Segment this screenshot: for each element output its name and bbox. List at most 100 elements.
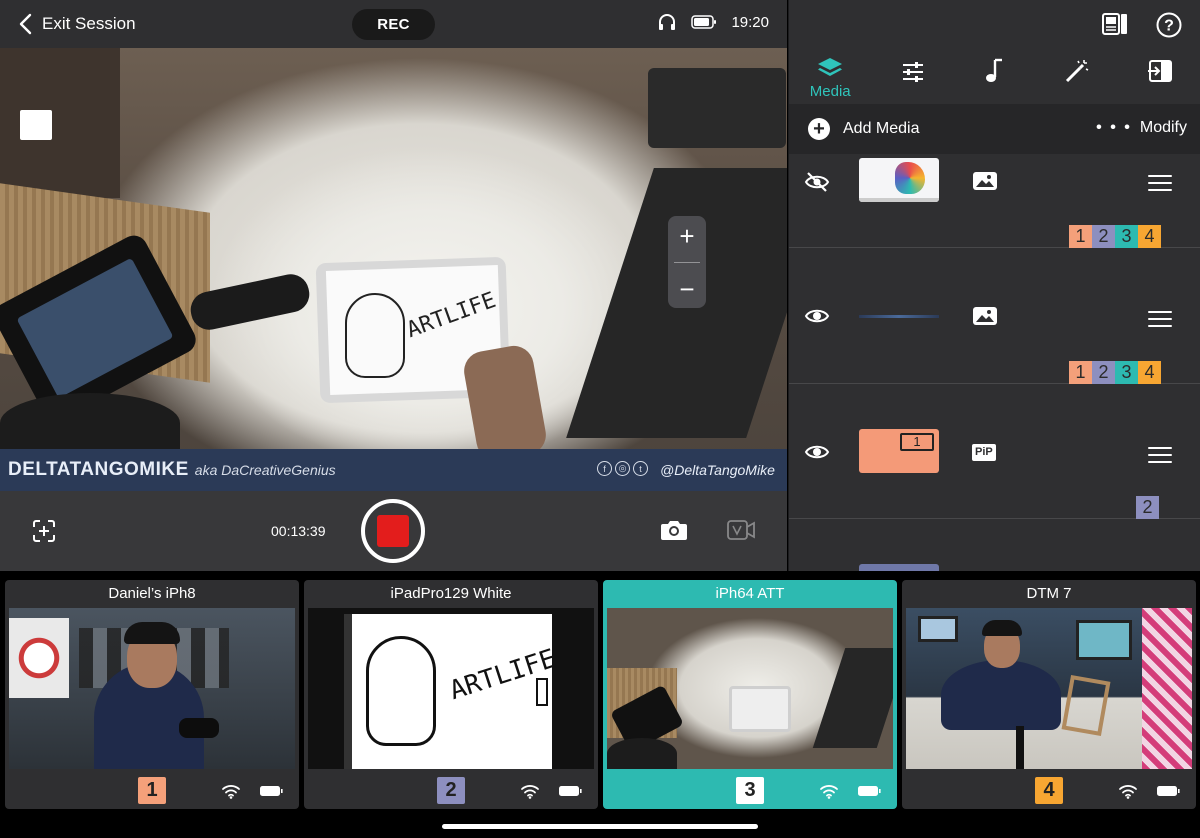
camera-source-1[interactable]: Daniel’s iPh8 1 (5, 580, 299, 809)
scene-tablet (729, 686, 791, 732)
tab-adjustments[interactable] (871, 52, 953, 102)
wifi-icon (1119, 785, 1137, 799)
scene-bottom-shadow (0, 393, 180, 453)
pip-inset: 1 (900, 433, 934, 451)
thumbnail-bar (859, 198, 939, 202)
battery-icon (1157, 786, 1180, 796)
scene-map-poster (9, 618, 69, 698)
headphones-icon (659, 14, 676, 30)
wifi-icon (521, 785, 539, 799)
more-dots-icon: • • • (1096, 119, 1132, 136)
exit-session-icon (1147, 60, 1172, 82)
badge-1: 1 (1069, 361, 1092, 384)
scene-person (941, 660, 1061, 730)
tab-effects[interactable] (1036, 52, 1118, 102)
music-note-icon (985, 58, 1002, 82)
lower-third-aka: aka DaCreativeGenius (194, 462, 336, 478)
status-area: 19:20 (657, 12, 769, 32)
tab-media[interactable]: Media (789, 52, 871, 102)
source-number-badge: 2 (437, 777, 465, 804)
lower-third-name: DELTATANGOMIKE (8, 459, 189, 480)
drag-handle-icon[interactable] (1148, 447, 1172, 468)
source-preview (9, 608, 295, 769)
snapshot-camera-icon[interactable] (660, 518, 688, 542)
tab-media-label: Media (809, 83, 851, 100)
eye-hidden-icon[interactable] (804, 171, 830, 193)
home-indicator[interactable] (442, 824, 758, 829)
drag-handle-icon[interactable] (1148, 311, 1172, 332)
battery-icon (858, 786, 881, 796)
source-name: iPadPro129 White (390, 585, 512, 602)
scene-monitor-left (918, 616, 958, 642)
zoom-out-button[interactable]: − (679, 276, 694, 302)
exit-session-button[interactable]: Exit Session (18, 10, 136, 38)
zoom-control: + − (668, 216, 706, 308)
instagram-icon: ◎ (615, 461, 630, 476)
rec-label: REC (377, 16, 410, 33)
zoom-in-button[interactable]: + (679, 223, 694, 249)
source-number-badge: 4 (1035, 777, 1063, 804)
exit-session-label: Exit Session (42, 14, 136, 33)
badge-4: 4 (1138, 361, 1161, 384)
source-number-badge: 3 (736, 777, 764, 804)
zoom-divider (674, 261, 700, 263)
rec-status-pill[interactable]: REC (352, 9, 435, 40)
layout-icon[interactable] (1102, 12, 1128, 36)
scene-bottom-shadow (607, 738, 677, 769)
camera-source-3[interactable]: iPh64 ATT 3 (603, 580, 897, 809)
scene-cap (982, 620, 1022, 636)
panel-tabs: Media (789, 52, 1200, 102)
source-name: DTM 7 (1026, 585, 1072, 602)
help-icon[interactable]: ? (1156, 12, 1182, 38)
program-preview[interactable]: ARTLIFE + − DELTATANGOMIKE aka DaCreativ… (0, 48, 787, 491)
badge-2: 2 (1136, 496, 1159, 519)
scene-easel (1061, 674, 1111, 737)
eye-icon[interactable] (804, 442, 830, 462)
drag-handle-icon[interactable] (1148, 175, 1172, 196)
scene-toolbar (344, 614, 352, 769)
facebook-icon: f (597, 461, 612, 476)
eye-icon[interactable] (804, 306, 830, 326)
pip-type-icon: PiP (972, 444, 996, 461)
modify-button[interactable]: • • • Modify (1096, 119, 1187, 137)
wifi-icon (820, 785, 838, 799)
camera-source-2[interactable]: iPadPro129 White ARTLIFE 2 (304, 580, 598, 809)
camera-source-4[interactable]: DTM 7 4 (902, 580, 1196, 809)
source-name: Daniel’s iPh8 (108, 585, 196, 602)
media-item[interactable]: 1 PiP 2 (789, 384, 1200, 519)
media-panel: ? Media + Add Media • • • Modify 1 2 3 4… (788, 0, 1200, 571)
layers-icon (818, 58, 843, 76)
scene-drawing-face (345, 293, 405, 378)
scene-mic (179, 718, 219, 738)
camera-badges: 1 2 3 4 (1069, 225, 1161, 248)
image-type-icon (973, 307, 997, 325)
camera-badges: 1 2 3 4 (1069, 361, 1161, 384)
media-item-partial[interactable] (859, 564, 939, 571)
top-bar: Exit Session REC 19:20 (0, 0, 787, 48)
record-button[interactable] (361, 499, 425, 563)
badge-1: 1 (1069, 225, 1092, 248)
source-preview: ARTLIFE (308, 608, 594, 769)
scene-laptop (812, 648, 893, 748)
camera-sources-strip: Daniel’s iPh8 1 iPadPro129 White ARTLIFE… (0, 571, 1200, 838)
recording-timer: 00:13:39 (271, 523, 326, 539)
battery-icon (691, 15, 717, 29)
tab-output[interactable] (1119, 52, 1200, 102)
add-media-button[interactable]: Add Media (843, 120, 920, 138)
social-icons: f ◎ t (597, 461, 648, 476)
source-preview (906, 608, 1192, 769)
twitter-icon: t (633, 461, 648, 476)
tab-audio[interactable] (954, 52, 1036, 102)
modify-label: Modify (1139, 119, 1187, 136)
badge-3: 3 (1115, 225, 1138, 248)
scene-monitor-right (1076, 620, 1132, 660)
add-media-plus-icon[interactable]: + (808, 118, 830, 140)
add-media-row: + Add Media • • • Modify (789, 104, 1200, 154)
scene-drawing-face (366, 636, 436, 746)
video-clip-icon[interactable] (727, 518, 755, 542)
media-item[interactable]: 1 2 3 4 (789, 248, 1200, 384)
media-item[interactable]: 1 2 3 4 (789, 154, 1200, 248)
add-frame-icon[interactable] (32, 519, 56, 543)
panel-top-icons: ? (1102, 12, 1182, 38)
scene-left-shelf (0, 48, 120, 198)
